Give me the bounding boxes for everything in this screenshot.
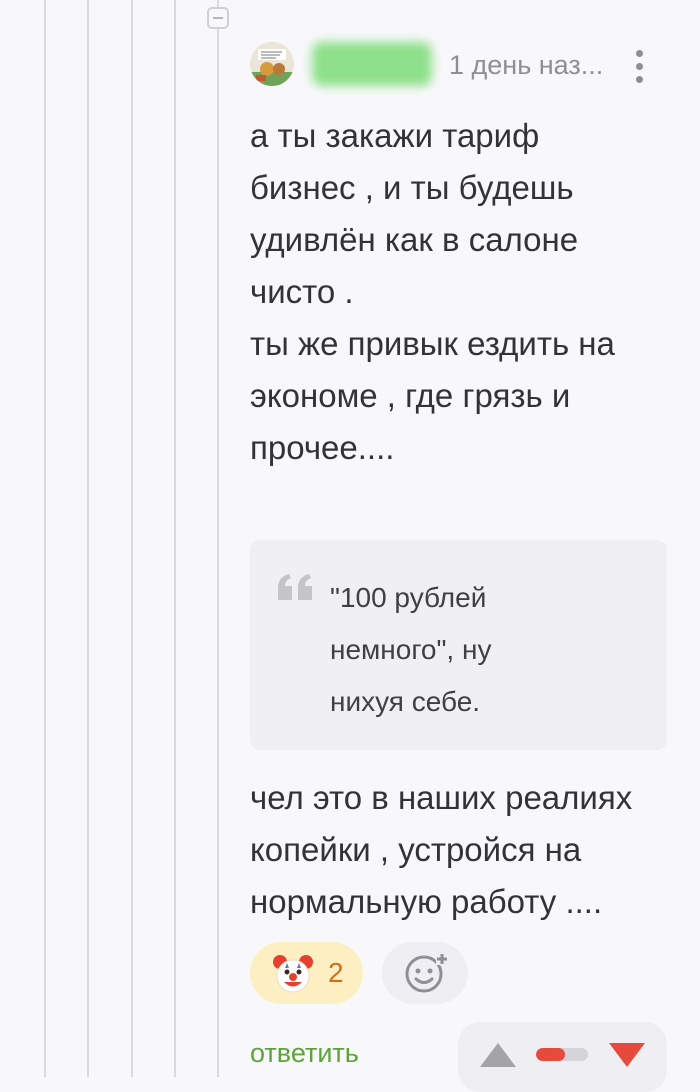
clown-face-icon xyxy=(273,955,313,993)
vote-down-icon[interactable] xyxy=(607,1041,647,1069)
quote-text: "100 рублей немного", ну нихуя себе. xyxy=(330,572,491,728)
comment-line: прочее.... xyxy=(250,429,395,466)
comment-body: а ты закажи тариф бизнес , и ты будешь у… xyxy=(250,110,670,474)
collapse-thread-button[interactable] xyxy=(207,7,229,29)
thread-line xyxy=(87,0,89,1077)
comment-line: а ты закажи тариф xyxy=(250,117,540,154)
comment-line: чел это в наших реалиях xyxy=(250,779,633,816)
more-options-icon[interactable] xyxy=(628,46,652,86)
comment-timestamp: 1 день наз... xyxy=(449,50,604,80)
vote-up-icon[interactable] xyxy=(478,1041,518,1069)
comment-body-continued: чел это в наших реалиях копейки , устрой… xyxy=(250,772,670,928)
avatar[interactable] xyxy=(250,42,294,86)
username-blurred xyxy=(312,42,432,86)
add-emoji-icon xyxy=(405,953,448,993)
quote-line: нихуя себе. xyxy=(330,686,481,717)
comment-line: копейки , устройся на xyxy=(250,831,582,868)
comment-line: ты же привык ездить на xyxy=(250,325,615,362)
add-reaction-button[interactable] xyxy=(382,942,468,1004)
quote-block: "100 рублей немного", ну нихуя себе. xyxy=(250,540,667,750)
comment-line: нормальную работу .... xyxy=(250,883,603,920)
reaction-count: 2 xyxy=(328,957,344,988)
comment-line: чисто . xyxy=(250,273,354,310)
quote-line: "100 рублей xyxy=(330,582,487,613)
rating-bar-negative-fill xyxy=(536,1048,565,1061)
quote-icon xyxy=(278,574,312,600)
rating-bar xyxy=(536,1048,588,1061)
comment-line: бизнес , и ты будешь xyxy=(250,169,574,206)
reaction-clown-button[interactable]: 2 xyxy=(250,942,363,1004)
thread-line xyxy=(44,0,46,1077)
reply-link[interactable]: ответить xyxy=(250,1038,359,1069)
quote-line: немного", ну xyxy=(330,634,492,665)
rating-panel xyxy=(458,1022,667,1092)
thread-line xyxy=(217,0,219,1077)
comment-line: удивлён как в салоне xyxy=(250,221,579,258)
thread-line xyxy=(131,0,133,1077)
thread-line xyxy=(174,0,176,1077)
comment-line: экономе , где грязь и xyxy=(250,377,571,414)
